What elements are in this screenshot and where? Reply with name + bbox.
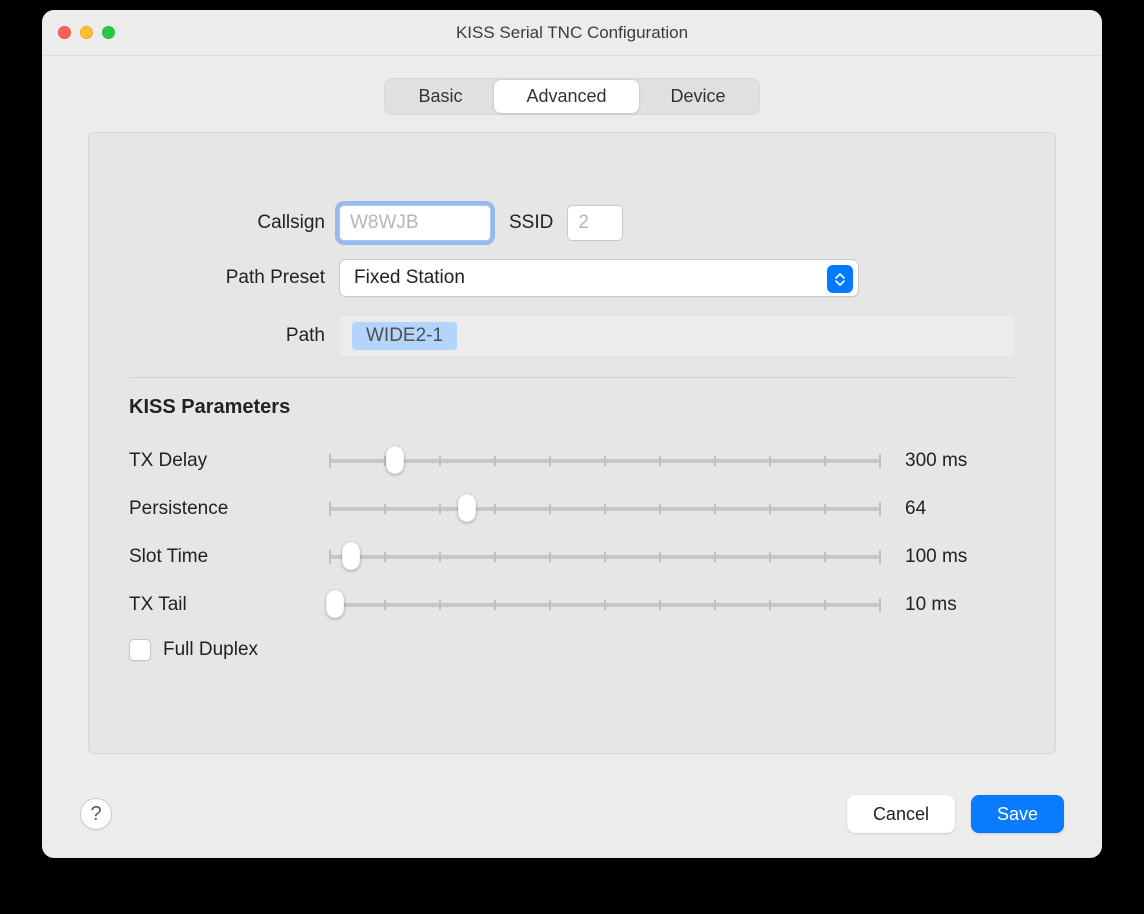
persistence-label: Persistence <box>129 498 329 520</box>
window-title: KISS Serial TNC Configuration <box>42 23 1102 43</box>
zoom-icon[interactable] <box>102 26 115 39</box>
callsign-input[interactable] <box>339 205 491 241</box>
path-field[interactable]: WIDE2-1 <box>339 315 1015 357</box>
full-duplex-checkbox[interactable] <box>129 639 151 661</box>
footer: ? Cancel Save <box>42 770 1102 858</box>
save-button[interactable]: Save <box>971 795 1064 833</box>
full-duplex-label: Full Duplex <box>163 639 258 661</box>
path-preset-select[interactable]: Fixed Station <box>339 259 859 297</box>
slot-time-value: 100 ms <box>905 546 1015 568</box>
tx-delay-value: 300 ms <box>905 450 1015 472</box>
path-preset-value: Fixed Station <box>354 267 465 289</box>
config-window: KISS Serial TNC Configuration Basic Adva… <box>42 10 1102 858</box>
cancel-button[interactable]: Cancel <box>847 795 955 833</box>
callsign-label: Callsign <box>129 212 339 234</box>
path-tag: WIDE2-1 <box>352 322 457 350</box>
traffic-lights <box>58 26 115 39</box>
tx-tail-slider[interactable] <box>329 593 879 617</box>
tab-bar: Basic Advanced Device <box>384 78 759 115</box>
tab-advanced[interactable]: Advanced <box>494 80 638 113</box>
persistence-slider[interactable] <box>329 497 879 521</box>
slot-time-label: Slot Time <box>129 546 329 568</box>
persistence-value: 64 <box>905 498 1015 520</box>
slot-time-slider[interactable] <box>329 545 879 569</box>
advanced-panel: Callsign SSID Path Preset Fixed Station … <box>88 132 1056 754</box>
titlebar: KISS Serial TNC Configuration <box>42 10 1102 56</box>
ssid-input[interactable] <box>567 205 623 241</box>
tx-tail-value: 10 ms <box>905 594 1015 616</box>
tab-basic[interactable]: Basic <box>386 80 494 113</box>
help-button[interactable]: ? <box>80 798 112 830</box>
tab-device[interactable]: Device <box>639 80 758 113</box>
close-icon[interactable] <box>58 26 71 39</box>
content: Basic Advanced Device Callsign SSID Path… <box>42 56 1102 858</box>
separator <box>129 377 1015 378</box>
ssid-label: SSID <box>509 212 553 234</box>
select-stepper-icon <box>827 265 853 293</box>
path-label: Path <box>129 325 339 347</box>
minimize-icon[interactable] <box>80 26 93 39</box>
kiss-title: KISS Parameters <box>129 396 1015 419</box>
tx-delay-label: TX Delay <box>129 450 329 472</box>
tx-delay-slider[interactable] <box>329 449 879 473</box>
tx-tail-label: TX Tail <box>129 594 329 616</box>
path-preset-label: Path Preset <box>129 267 339 289</box>
